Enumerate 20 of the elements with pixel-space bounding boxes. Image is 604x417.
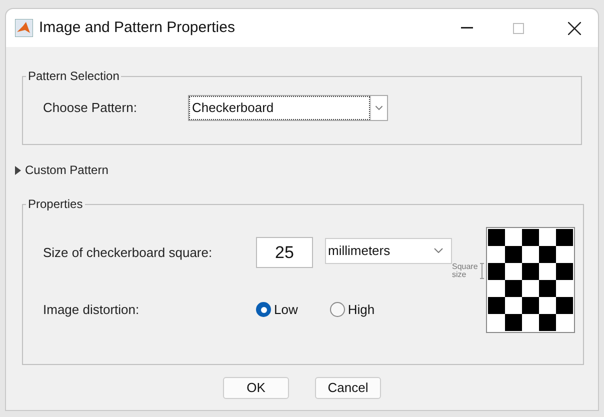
group-title: Pattern Selection: [27, 68, 120, 85]
image-distortion-label: Image distortion:: [43, 301, 140, 319]
pattern-dropdown[interactable]: Checkerboard: [188, 95, 388, 121]
distortion-radio[interactable]: Low: [256, 300, 298, 320]
square-size-caption: Square size: [452, 263, 479, 279]
minimize-icon[interactable]: [461, 27, 473, 29]
choose-pattern-label: Choose Pattern:: [43, 99, 138, 118]
square-size-label: Size of checkerboard square:: [43, 244, 214, 262]
custom-pattern-toggle[interactable]: Custom Pattern: [15, 161, 108, 179]
square-size-field[interactable]: 25: [256, 237, 313, 268]
close-icon[interactable]: [568, 22, 581, 34]
chevron-down-icon: [434, 248, 443, 253]
dialog-button[interactable]: Cancel: [315, 377, 381, 399]
app-logo-icon: [15, 19, 33, 37]
dialog-button[interactable]: OK: [223, 377, 289, 399]
size-bracket-icon: [480, 263, 484, 279]
distortion-radio[interactable]: High: [330, 300, 375, 320]
group-title: Properties: [27, 196, 84, 213]
units-dropdown[interactable]: millimeters: [325, 238, 452, 264]
window-title: Image and Pattern Properties: [39, 18, 235, 38]
